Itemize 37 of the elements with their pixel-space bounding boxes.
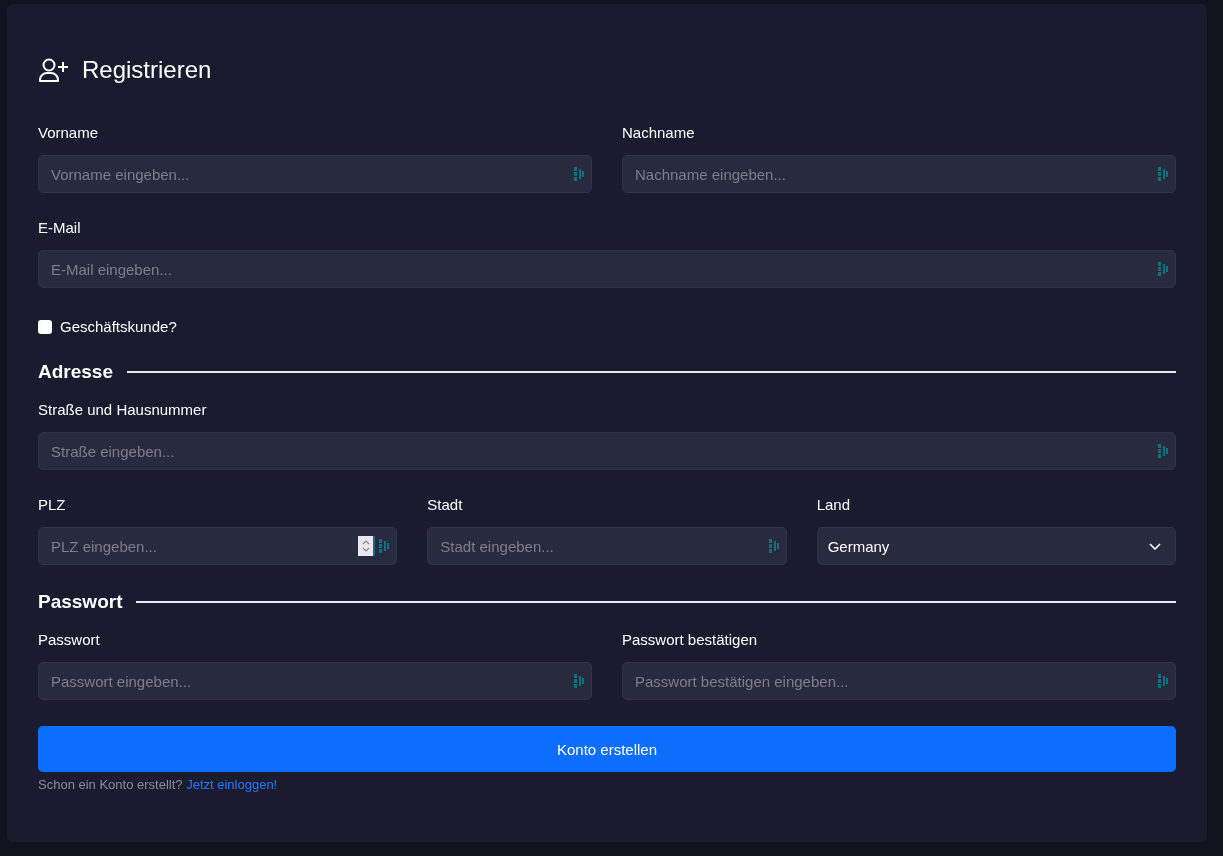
input-field[interactable]: Stadt eingeben... xyxy=(427,527,787,565)
field-label: Straße und Hausnummer xyxy=(38,401,208,419)
bars-icon xyxy=(574,166,584,182)
field-label: Land xyxy=(816,496,852,514)
login-link[interactable]: Jetzt einloggen! xyxy=(186,777,278,792)
bars-icon xyxy=(1158,261,1168,277)
field-label: Nachname xyxy=(622,124,696,142)
field-label: PLZ xyxy=(38,496,67,514)
user-plus-icon xyxy=(38,57,69,83)
bars-icon xyxy=(574,673,584,689)
input-field[interactable]: Passwort bestätigen eingeben... xyxy=(622,662,1176,700)
bars-icon xyxy=(1158,443,1168,459)
field-label: Passwort xyxy=(38,631,101,649)
input-field[interactable]: Straße eingeben... xyxy=(38,432,1176,470)
field-label: Vorname xyxy=(38,124,100,142)
login-hint: Schon ein Konto erstellt? Jetzt einloggen! xyxy=(38,777,279,792)
input-field[interactable]: PLZ eingeben... xyxy=(38,527,398,565)
bars-icon xyxy=(768,538,779,554)
field-label: Stadt xyxy=(427,496,464,514)
input-field[interactable]: Passwort eingeben... xyxy=(38,662,592,700)
checkbox[interactable] xyxy=(38,319,52,334)
spinner-icon xyxy=(358,536,376,556)
form-title: Registrieren xyxy=(82,56,212,84)
input-field[interactable]: Vorname eingeben... xyxy=(38,155,592,193)
submit-button[interactable]: Konto erstellen xyxy=(38,726,1176,772)
bars-icon xyxy=(1158,166,1168,182)
field-label: Passwort bestätigen xyxy=(622,631,759,649)
checkbox-label: Geschäftskunde? xyxy=(60,318,177,335)
input-field[interactable]: Nachname eingeben... xyxy=(622,155,1176,193)
bars-icon xyxy=(1158,673,1168,689)
input-field[interactable]: E-Mail eingeben... xyxy=(38,250,1176,288)
section-heading: Passwort xyxy=(38,591,123,613)
country-select[interactable]: Germany xyxy=(816,527,1176,565)
field-label: E-Mail xyxy=(38,219,82,237)
section-heading: Adresse xyxy=(38,361,113,383)
bars-icon xyxy=(379,538,390,554)
chevron-down-icon xyxy=(1149,542,1161,550)
